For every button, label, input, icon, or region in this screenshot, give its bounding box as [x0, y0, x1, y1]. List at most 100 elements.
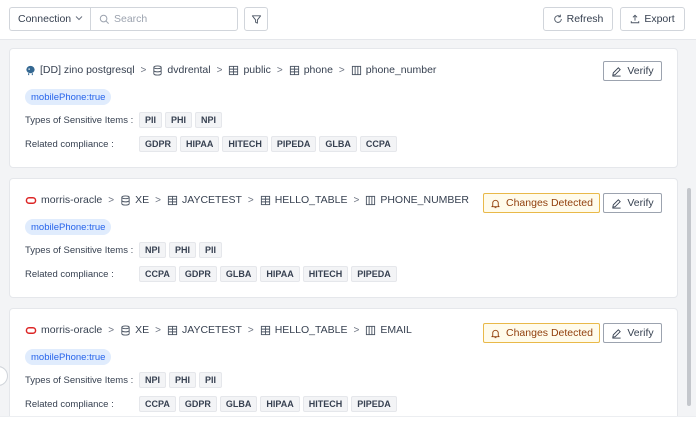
- schema-icon: [167, 325, 178, 335]
- chevron-right-icon: >: [353, 324, 360, 336]
- verify-button[interactable]: Verify: [603, 61, 662, 81]
- breadcrumb-label: dvdrental: [167, 64, 211, 76]
- result-card: morris-oracle > XE > JAYCETEST > HELLO_T…: [9, 308, 678, 416]
- table-icon: [260, 195, 270, 205]
- breadcrumb-label: JAYCETEST: [181, 194, 242, 206]
- breadcrumb-label: XE: [135, 324, 150, 336]
- breadcrumb-label: morris-oracle: [41, 324, 103, 336]
- result-card: [DD] zino postgresql > dvdrental > publi…: [9, 48, 678, 168]
- compliance-tag: GDPR: [178, 266, 217, 282]
- search-input[interactable]: [114, 13, 224, 25]
- export-label: Export: [644, 13, 675, 25]
- verify-button[interactable]: Verify: [603, 323, 662, 343]
- changes-detected-button[interactable]: Changes Detected: [483, 323, 600, 343]
- column-icon: [366, 195, 376, 205]
- table-icon: [289, 65, 299, 75]
- breadcrumb-item[interactable]: dvdrental: [152, 64, 211, 76]
- chevron-right-icon: >: [276, 64, 283, 76]
- compliance-row: Related compliance : CCPA GDPR GLBA HIPA…: [25, 266, 400, 282]
- changes-detected-label: Changes Detected: [506, 327, 593, 339]
- breadcrumb-item[interactable]: HELLO_TABLE: [260, 324, 348, 336]
- refresh-icon: [553, 14, 562, 23]
- search-box[interactable]: [90, 7, 238, 31]
- breadcrumb-item[interactable]: phone_number: [351, 64, 436, 76]
- breadcrumb-label: phone: [303, 64, 333, 76]
- compliance-tag: PIPEDA: [351, 396, 397, 412]
- compliance-label: Related compliance :: [25, 398, 114, 410]
- sensitive-type-tag: PII: [199, 242, 223, 258]
- export-button[interactable]: Export: [620, 7, 685, 31]
- breadcrumb: [DD] zino postgresql > dvdrental > publi…: [25, 64, 436, 76]
- breadcrumb-item[interactable]: HELLO_TABLE: [260, 194, 347, 206]
- results-list: [DD] zino postgresql > dvdrental > publi…: [0, 40, 696, 416]
- schema-icon: [229, 65, 239, 75]
- search-icon: [99, 14, 109, 24]
- verify-label: Verify: [627, 327, 654, 339]
- export-icon: [631, 14, 640, 24]
- result-card: morris-oracle > XE > JAYCETEST > HELLO_T…: [9, 178, 678, 298]
- compliance-tag: GDPR: [178, 396, 217, 412]
- breadcrumb: morris-oracle > XE > JAYCETEST > HELLO_T…: [25, 194, 469, 206]
- sensitive-types-label: Types of Sensitive Items :: [25, 244, 134, 256]
- verify-label: Verify: [627, 65, 654, 77]
- database-icon: [121, 194, 130, 206]
- breadcrumb-item[interactable]: XE: [120, 194, 149, 206]
- refresh-label: Refresh: [566, 13, 604, 25]
- pencil-icon: [612, 328, 622, 339]
- bottom-bar: [0, 416, 696, 430]
- breadcrumb-label: [DD] zino postgresql: [40, 64, 135, 76]
- bell-icon: [491, 329, 500, 338]
- scrollbar-thumb[interactable]: [687, 188, 691, 406]
- table-icon: [260, 325, 270, 335]
- breadcrumb-item[interactable]: PHONE_NUMBER: [365, 194, 469, 206]
- breadcrumb-label: HELLO_TABLE: [274, 324, 348, 336]
- changes-detected-button[interactable]: Changes Detected: [483, 193, 600, 213]
- oracle-icon: [25, 326, 37, 334]
- sensitive-type-tag: PII: [199, 372, 223, 388]
- breadcrumb-item[interactable]: JAYCETEST: [167, 194, 242, 206]
- compliance-row: Related compliance : GDPR HIPAA HITECH P…: [25, 136, 400, 152]
- compliance-tag: HITECH: [222, 136, 268, 152]
- sensitive-types-row: Types of Sensitive Items : PII PHI NPI: [25, 112, 225, 128]
- sensitive-type-tag: PHI: [169, 242, 197, 258]
- sensitive-type-tag: NPI: [139, 242, 167, 258]
- toolbar: Connection Refresh Export: [0, 0, 696, 40]
- chevron-right-icon: >: [155, 194, 161, 206]
- compliance-tag: HIPAA: [180, 136, 220, 152]
- breadcrumb-item[interactable]: JAYCETEST: [167, 324, 242, 336]
- verify-button[interactable]: Verify: [603, 193, 662, 213]
- breadcrumb-label: public: [243, 64, 271, 76]
- sensitive-type-tag: PII: [139, 112, 163, 128]
- breadcrumb-item[interactable]: [DD] zino postgresql: [25, 64, 135, 76]
- breadcrumb-item[interactable]: phone: [289, 64, 333, 76]
- breadcrumb-label: XE: [135, 194, 150, 206]
- compliance-tag: GDPR: [139, 136, 178, 152]
- breadcrumb-label: morris-oracle: [41, 194, 103, 206]
- breadcrumb-item[interactable]: EMAIL: [365, 324, 412, 336]
- breadcrumb-item[interactable]: public: [228, 64, 271, 76]
- database-icon: [121, 324, 130, 336]
- sensitive-types-label: Types of Sensitive Items :: [25, 114, 134, 126]
- chevron-down-icon: [75, 14, 83, 24]
- chevron-right-icon: >: [247, 324, 254, 336]
- postgres-icon: [26, 65, 35, 75]
- breadcrumb-label: PHONE_NUMBER: [380, 194, 470, 206]
- sensitive-type-tag: PHI: [165, 112, 193, 128]
- breadcrumb-item[interactable]: morris-oracle: [25, 324, 102, 336]
- compliance-tag: PIPEDA: [351, 266, 397, 282]
- breadcrumb-item[interactable]: XE: [120, 324, 149, 336]
- compliance-tag: GLBA: [319, 136, 357, 152]
- detection-badge: mobilePhone:true: [25, 89, 112, 105]
- changes-detected-label: Changes Detected: [506, 197, 593, 209]
- sensitive-type-tag: NPI: [195, 112, 223, 128]
- compliance-tag: GLBA: [219, 396, 258, 412]
- chevron-right-icon: >: [353, 194, 360, 206]
- compliance-tag: HIPAA: [260, 266, 300, 282]
- breadcrumb-item[interactable]: morris-oracle: [25, 194, 102, 206]
- connection-dropdown[interactable]: Connection: [9, 7, 90, 31]
- compliance-tag: HITECH: [302, 266, 349, 282]
- filter-button[interactable]: [244, 7, 268, 31]
- verify-label: Verify: [627, 197, 654, 209]
- refresh-button[interactable]: Refresh: [543, 7, 613, 31]
- compliance-row: Related compliance : CCPA GDPR GLBA HIPA…: [25, 396, 400, 412]
